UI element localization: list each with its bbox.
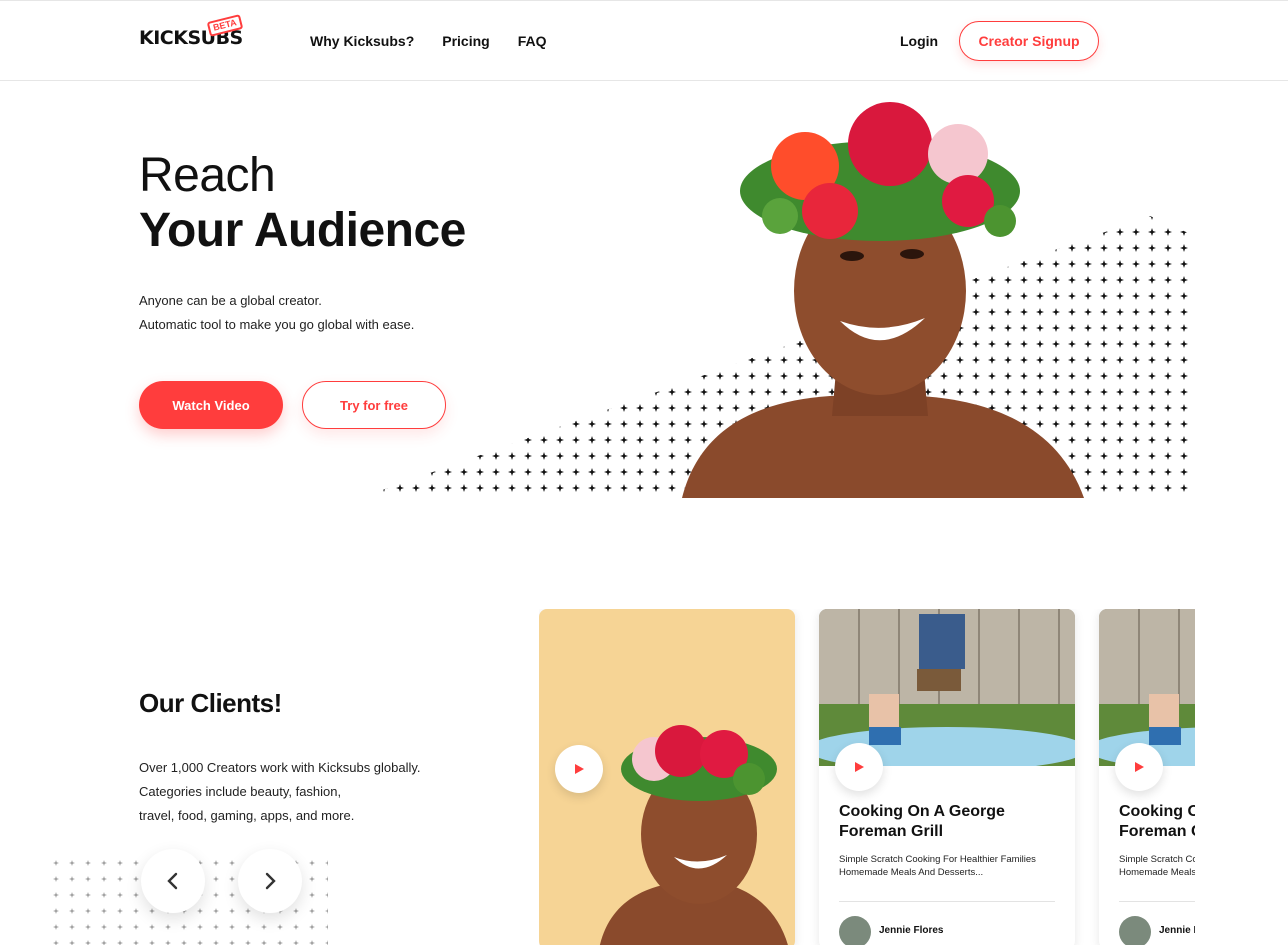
video-thumbnail	[1099, 609, 1195, 766]
nav-faq[interactable]: FAQ	[518, 33, 547, 49]
hero-image	[360, 96, 1195, 498]
play-button[interactable]	[555, 745, 603, 793]
clients-description: Over 1,000 Creators work with Kicksubs g…	[139, 756, 421, 828]
chevron-left-icon	[167, 872, 178, 890]
play-icon	[575, 764, 584, 774]
creator-signup-button[interactable]: Creator Signup	[959, 21, 1099, 61]
card-author[interactable]: Jennie Flores	[1159, 925, 1195, 936]
video-card[interactable]: Cooking On A George Foreman Grill Simple…	[819, 609, 1075, 945]
clients-desc-line: travel, food, gaming, apps, and more.	[139, 808, 355, 823]
card-description: Simple Scratch Cooking For Healthier Fam…	[839, 854, 1036, 878]
play-button[interactable]	[835, 743, 883, 791]
clients-title: Our Clients!	[139, 688, 282, 718]
clients-desc-line: Over 1,000 Creators work with Kicksubs g…	[139, 760, 421, 775]
play-button[interactable]	[1115, 743, 1163, 791]
avatar	[1119, 916, 1151, 945]
avatar	[839, 916, 871, 945]
card-title[interactable]: Cooking On A George Foreman Grill	[839, 802, 1059, 842]
hero-illustration	[360, 102, 1195, 498]
site-header: KICKSUBS BETA Why Kicksubs? Pricing FAQ …	[0, 0, 1288, 81]
nav-pricing[interactable]: Pricing	[442, 33, 489, 49]
featured-video-card[interactable]	[539, 609, 795, 945]
play-icon	[855, 762, 864, 772]
login-link[interactable]: Login	[900, 33, 938, 49]
clients-desc-line: Categories include beauty, fashion,	[139, 784, 342, 799]
chevron-right-icon	[265, 872, 276, 890]
watch-video-button[interactable]: Watch Video	[139, 381, 283, 429]
main-nav: Why Kicksubs? Pricing FAQ	[310, 33, 547, 49]
card-divider	[839, 901, 1055, 902]
card-author[interactable]: Jennie Flores	[879, 925, 943, 936]
card-divider	[1119, 901, 1195, 902]
carousel-next-button[interactable]	[238, 849, 302, 913]
hero-subtitle-line1: Anyone can be a global creator.	[139, 293, 322, 308]
carousel-prev-button[interactable]	[141, 849, 205, 913]
hero-title-line1: Reach	[139, 149, 276, 202]
nav-why-kicksubs[interactable]: Why Kicksubs?	[310, 33, 414, 49]
play-icon	[1135, 762, 1144, 772]
client-cards-carousel: Cooking On A George Foreman Grill Simple…	[539, 609, 1195, 945]
card-description: Simple Scratch Cooking For Healthier Fam…	[1119, 854, 1195, 878]
video-card[interactable]: Cooking On A George Foreman Grill Simple…	[1099, 609, 1195, 945]
card-title[interactable]: Cooking On A George Foreman Grill	[1119, 802, 1195, 842]
